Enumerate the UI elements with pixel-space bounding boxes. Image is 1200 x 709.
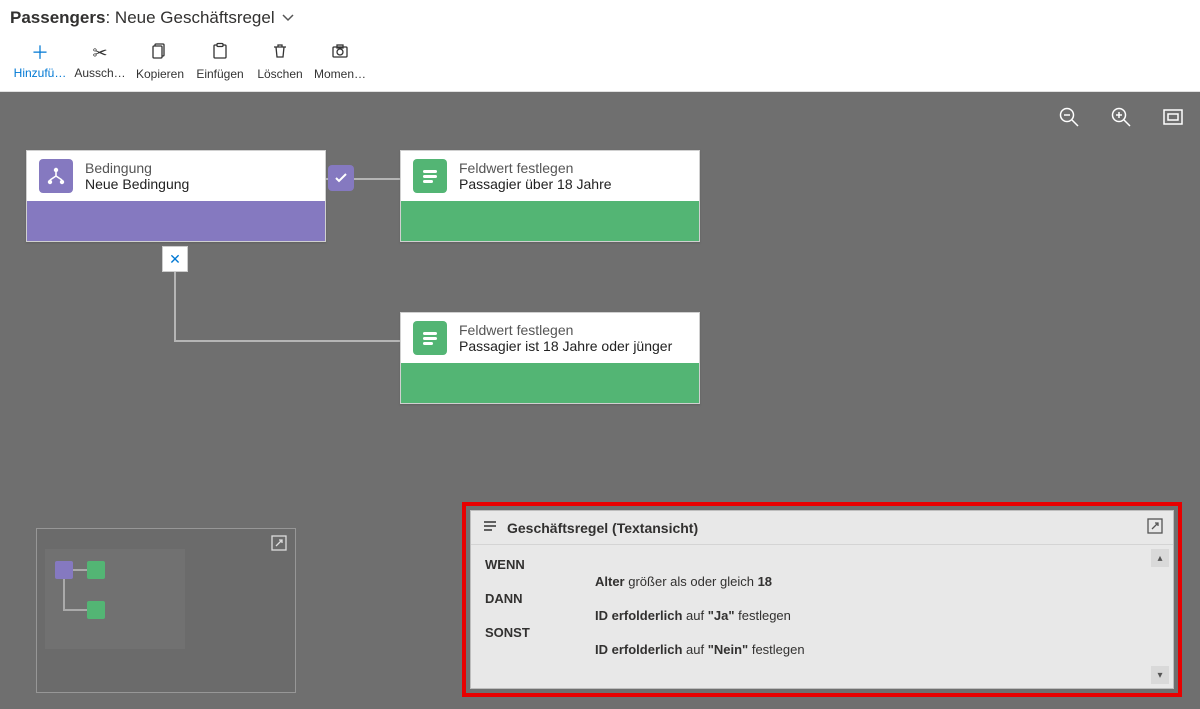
trash-icon (271, 42, 289, 63)
rule-when-row: WENN (485, 557, 1159, 572)
node-name-label: Neue Bedingung (85, 176, 189, 192)
popout-icon[interactable] (1147, 518, 1163, 537)
node-header: Feldwert festlegen Passagier ist 18 Jahr… (401, 313, 699, 363)
node-type-label: Feldwert festlegen (459, 160, 612, 177)
condition-icon (39, 159, 73, 193)
node-header: Bedingung Neue Bedingung (27, 151, 325, 201)
node-footer (401, 201, 699, 241)
condition-node[interactable]: Bedingung Neue Bedingung (26, 150, 326, 242)
action-node-true[interactable]: Feldwert festlegen Passagier über 18 Jah… (400, 150, 700, 242)
node-footer (401, 363, 699, 403)
x-icon[interactable]: ✕ (162, 246, 188, 272)
set-value-icon (413, 159, 447, 193)
copy-icon (151, 42, 169, 63)
text-view-panel: Geschäftsregel (Textansicht) ▴ ▾ WENN Al… (470, 510, 1174, 689)
then-keyword: DANN (485, 591, 595, 606)
checkmark-icon[interactable] (328, 165, 354, 191)
node-type-label: Feldwert festlegen (459, 322, 672, 339)
node-header: Feldwert festlegen Passagier über 18 Jah… (401, 151, 699, 201)
rule-then-clause: ID erfolderlich auf "Ja" festlegen (485, 608, 1159, 623)
rule-then-row: DANN (485, 591, 1159, 606)
paste-button[interactable]: Einfügen (190, 34, 250, 90)
page-title[interactable]: Passengers: Neue Geschäftsregel (10, 8, 275, 28)
rule-else-clause: ID erfolderlich auf "Nein" festlegen (485, 642, 1159, 657)
node-type-label: Bedingung (85, 160, 189, 177)
minimap-line (73, 569, 87, 571)
plus-icon: ＋ (31, 44, 49, 62)
add-button[interactable]: ＋ Hinzufü… (10, 34, 70, 90)
zoom-out-button[interactable] (1058, 106, 1080, 128)
entity-name: Passengers (10, 8, 105, 27)
node-name-label: Passagier über 18 Jahre (459, 176, 612, 192)
connector-line (174, 340, 400, 342)
page-header: Passengers: Neue Geschäftsregel (0, 0, 1200, 32)
panel-header: Geschäftsregel (Textansicht) (471, 511, 1173, 545)
panel-body: ▴ ▾ WENN Alter größer als oder gleich 18… (471, 545, 1173, 688)
panel-title: Geschäftsregel (Textansicht) (507, 520, 698, 536)
expand-icon[interactable] (271, 535, 287, 554)
when-keyword: WENN (485, 557, 595, 572)
minimap-line (63, 609, 87, 611)
else-keyword: SONST (485, 625, 595, 640)
chevron-down-icon[interactable] (281, 10, 295, 27)
minimap-viewport[interactable] (45, 549, 185, 649)
toolbar: ＋ Hinzufü… ✂ Aussch… Kopieren Einfügen L… (0, 32, 1200, 92)
copy-button[interactable]: Kopieren (130, 34, 190, 90)
camera-icon (331, 42, 349, 63)
scroll-up-button[interactable]: ▴ (1151, 549, 1169, 567)
delete-button[interactable]: Löschen (250, 34, 310, 90)
scroll-down-button[interactable]: ▾ (1151, 666, 1169, 684)
list-icon (481, 517, 499, 538)
set-value-icon (413, 321, 447, 355)
scissors-icon: ✂ (92, 44, 107, 62)
zoom-controls (1058, 106, 1184, 128)
minimap-node (87, 601, 105, 619)
rule-name: Neue Geschäftsregel (115, 8, 275, 27)
rule-when-clause: Alter größer als oder gleich 18 (485, 574, 1159, 589)
node-name-label: Passagier ist 18 Jahre oder jünger (459, 338, 672, 354)
clipboard-icon (211, 42, 229, 63)
action-node-false[interactable]: Feldwert festlegen Passagier ist 18 Jahr… (400, 312, 700, 404)
minimap-line (63, 579, 65, 611)
rule-else-row: SONST (485, 625, 1159, 640)
minimap-node (87, 561, 105, 579)
snapshot-button[interactable]: Momen… (310, 34, 370, 90)
zoom-in-button[interactable] (1110, 106, 1132, 128)
fit-to-screen-button[interactable] (1162, 106, 1184, 128)
minimap-node (55, 561, 73, 579)
minimap[interactable] (36, 528, 296, 693)
node-footer (27, 201, 325, 241)
highlight-box: Geschäftsregel (Textansicht) ▴ ▾ WENN Al… (462, 502, 1182, 697)
cut-button[interactable]: ✂ Aussch… (70, 34, 130, 90)
designer-canvas[interactable]: ✕ Bedingung Neue Bedingung Feldwert fest… (0, 92, 1200, 709)
